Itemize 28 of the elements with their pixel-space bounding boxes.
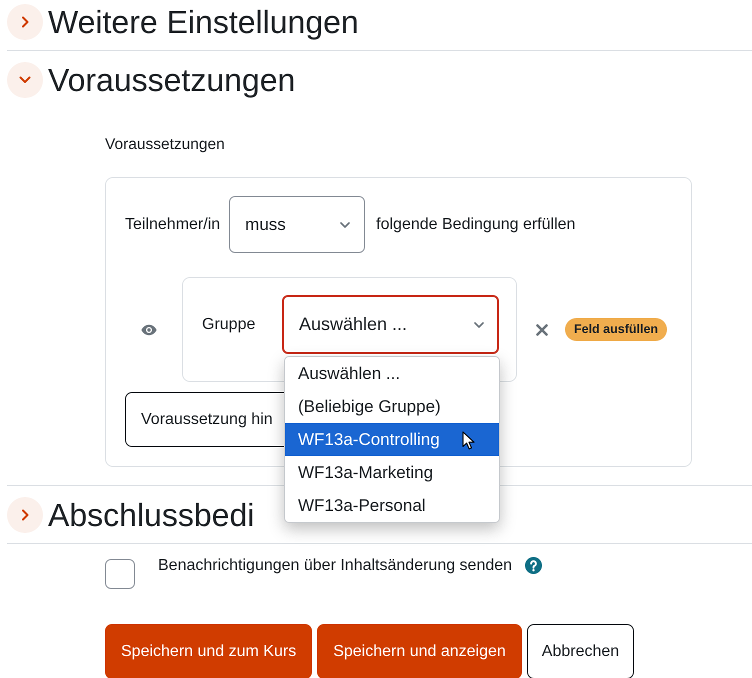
checkbox-label: Benachrichtigungen über Inhaltsänderung senden (158, 556, 512, 576)
caret-icon (340, 222, 350, 228)
eye-icon[interactable] (141, 324, 157, 336)
cancel-button[interactable]: Abbrechen (526, 624, 634, 678)
chevron-right-icon[interactable] (7, 497, 43, 533)
close-icon[interactable] (536, 324, 548, 336)
save-button[interactable]: Speichern und anzeigen (317, 624, 522, 678)
chevron-right-icon[interactable] (7, 4, 43, 40)
chevron-down-icon[interactable] (7, 62, 43, 98)
field-label: Voraussetzungen (105, 135, 225, 155)
mode-select[interactable]: muss (229, 196, 366, 253)
help-icon[interactable] (525, 557, 542, 574)
save-button[interactable]: Speichern und zum Kurs (105, 624, 312, 678)
group-select[interactable]: Auswählen ... (282, 295, 499, 354)
dropdown-option[interactable]: WF13a-Personal (285, 489, 499, 522)
dropdown-option[interactable]: WF13a-Marketing (285, 456, 499, 489)
section-heading[interactable]: Weitere Einstellungen (48, 4, 359, 40)
participant-label: Teilnehmer/in (125, 214, 220, 234)
caret-icon (474, 322, 484, 328)
condition-text: folgende Bedingung erfüllen (376, 214, 576, 234)
required-badge: Feld ausfüllen (565, 318, 668, 341)
group-label: Gruppe (202, 314, 256, 334)
section-heading[interactable]: Abschlussbedi (48, 497, 254, 533)
mouse-pointer-icon (462, 431, 475, 450)
dropdown-option[interactable]: WF13a-Controlling (285, 423, 499, 456)
checkbox[interactable] (105, 559, 135, 589)
section-heading[interactable]: Voraussetzungen (48, 62, 296, 98)
dropdown-option[interactable]: Auswählen ... (285, 357, 499, 390)
